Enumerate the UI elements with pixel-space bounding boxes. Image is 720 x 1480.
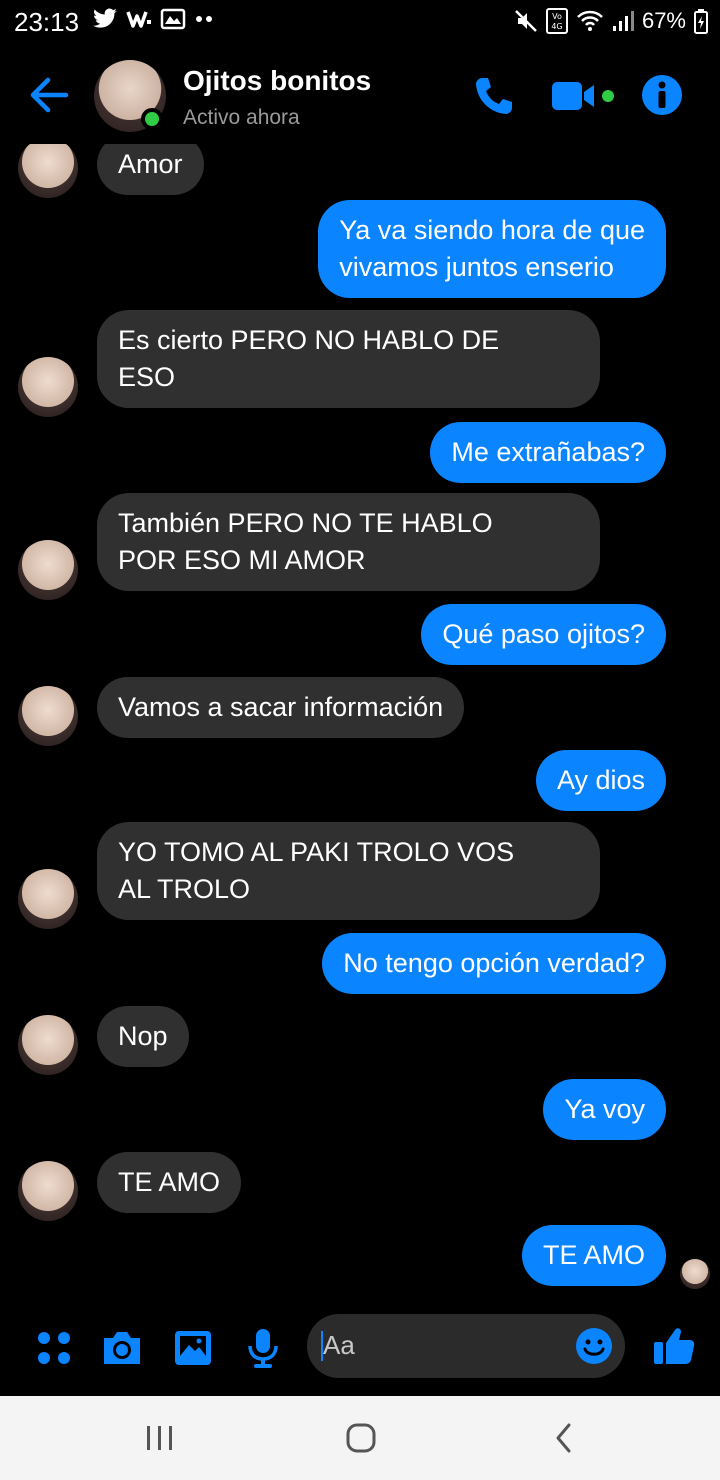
seen-receipt-avatar: [680, 1259, 710, 1289]
home-icon[interactable]: [344, 1420, 378, 1456]
message-outgoing[interactable]: Me extrañabas?: [430, 422, 666, 483]
status-time: 23:13: [14, 7, 80, 37]
message-outgoing[interactable]: TE AMO: [521, 1225, 666, 1286]
message-composer: Aa: [0, 1304, 720, 1396]
signal-icon: [612, 11, 634, 31]
system-icons: Vo 4G 67%: [514, 7, 708, 35]
svg-text:4G: 4G: [551, 22, 562, 31]
message-outgoing[interactable]: No tengo opción verdad?: [322, 933, 666, 994]
message-input-placeholder: Aa: [323, 1330, 355, 1360]
contact-mini-avatar: [18, 869, 78, 929]
message-incoming[interactable]: TE AMO: [97, 1152, 242, 1213]
contact-mini-avatar: [18, 1161, 78, 1221]
message-outgoing[interactable]: Qué paso ojitos?: [421, 604, 666, 665]
contact-status: Activo ahora: [183, 106, 300, 129]
wifi-icon: [577, 10, 603, 31]
more-dots-icon: [196, 16, 212, 22]
contact-mini-avatar: [18, 1015, 78, 1075]
contact-mini-avatar: [18, 144, 78, 198]
message-outgoing[interactable]: Ya va siendo hora de que vivamos juntos …: [318, 200, 666, 298]
battery-percent: 67%: [641, 8, 686, 33]
twitter-icon: [93, 8, 117, 28]
system-navigation-bar: [0, 1396, 720, 1480]
battery-charging-icon: [694, 9, 708, 34]
video-camera-icon[interactable]: [550, 78, 616, 114]
status-bar: 23:13 Vo 4G 67%: [0, 0, 720, 44]
mute-icon: [515, 10, 537, 32]
gallery-notif-icon: [160, 8, 186, 30]
contact-mini-avatar: [18, 540, 78, 600]
microphone-icon[interactable]: [241, 1326, 285, 1370]
camera-icon[interactable]: [100, 1326, 144, 1370]
notification-icons: [92, 8, 216, 30]
contact-name[interactable]: Ojitos bonitos: [183, 65, 371, 97]
gallery-icon[interactable]: [171, 1326, 215, 1370]
message-incoming[interactable]: Amor: [97, 144, 204, 195]
thumbs-up-icon[interactable]: [651, 1322, 697, 1368]
message-outgoing[interactable]: Ya voy: [543, 1079, 666, 1140]
online-indicator: [141, 108, 163, 130]
message-outgoing[interactable]: Ay dios: [535, 750, 666, 811]
w-app-icon: [126, 11, 151, 28]
info-icon[interactable]: [641, 74, 683, 116]
recent-apps-icon[interactable]: [144, 1420, 176, 1456]
back-nav-icon[interactable]: [550, 1420, 578, 1456]
message-list[interactable]: Amor Ya va siendo hora de que vivamos ju…: [0, 144, 720, 1304]
contact-mini-avatar: [18, 686, 78, 746]
message-incoming[interactable]: Vamos a sacar información: [97, 677, 465, 738]
apps-grid-icon[interactable]: [32, 1326, 76, 1370]
message-incoming[interactable]: Nop: [97, 1006, 189, 1067]
contact-mini-avatar: [18, 357, 78, 417]
message-input[interactable]: Aa: [307, 1314, 625, 1378]
svg-text:Vo: Vo: [552, 12, 562, 21]
volte-4g-icon: Vo4G: [545, 8, 568, 34]
message-incoming[interactable]: YO TOMO AL PAKI TROLO VOS AL TROLO: [97, 822, 600, 920]
conversation-header: Ojitos bonitos Activo ahora: [0, 48, 720, 144]
emoji-icon[interactable]: [575, 1327, 613, 1365]
message-incoming[interactable]: También PERO NO TE HABLO POR ESO MI AMOR: [97, 493, 600, 591]
phone-icon[interactable]: [472, 74, 516, 118]
back-arrow-icon[interactable]: [26, 72, 72, 118]
message-incoming[interactable]: Es cierto PERO NO HABLO DE ESO: [97, 310, 600, 408]
